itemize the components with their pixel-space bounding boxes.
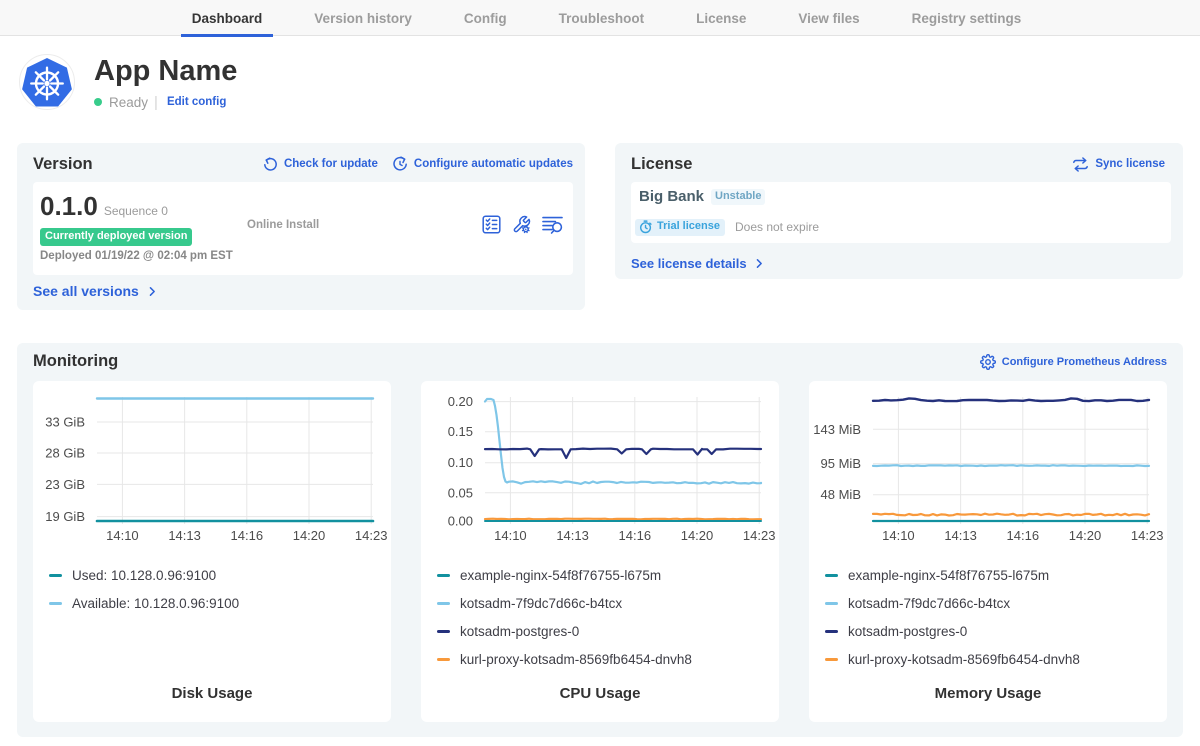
svg-text:14:16: 14:16 <box>231 528 264 543</box>
svg-text:14:20: 14:20 <box>293 528 326 543</box>
svg-text:0.05: 0.05 <box>448 485 473 500</box>
svg-text:14:10: 14:10 <box>106 528 139 543</box>
svg-text:48 MiB: 48 MiB <box>821 487 861 502</box>
svg-text:95 MiB: 95 MiB <box>821 456 861 471</box>
svg-text:14:23: 14:23 <box>743 528 776 543</box>
svg-text:14:10: 14:10 <box>494 528 527 543</box>
svg-text:14:20: 14:20 <box>1069 528 1102 543</box>
svg-text:14:13: 14:13 <box>944 528 977 543</box>
svg-text:14:13: 14:13 <box>556 528 589 543</box>
svg-text:14:20: 14:20 <box>681 528 714 543</box>
svg-text:23 GiB: 23 GiB <box>45 477 85 492</box>
svg-text:19 GiB: 19 GiB <box>45 509 85 524</box>
svg-text:14:23: 14:23 <box>355 528 388 543</box>
svg-text:14:16: 14:16 <box>1007 528 1040 543</box>
svg-text:143 MiB: 143 MiB <box>813 422 861 437</box>
svg-text:14:23: 14:23 <box>1131 528 1164 543</box>
svg-text:14:16: 14:16 <box>619 528 652 543</box>
svg-text:0.20: 0.20 <box>448 397 473 409</box>
svg-text:14:13: 14:13 <box>168 528 201 543</box>
svg-text:14:10: 14:10 <box>882 528 915 543</box>
svg-text:0.00: 0.00 <box>448 514 473 529</box>
svg-text:28 GiB: 28 GiB <box>45 446 85 461</box>
svg-text:33 GiB: 33 GiB <box>45 415 85 430</box>
svg-text:0.15: 0.15 <box>448 424 473 439</box>
svg-text:0.10: 0.10 <box>448 455 473 470</box>
